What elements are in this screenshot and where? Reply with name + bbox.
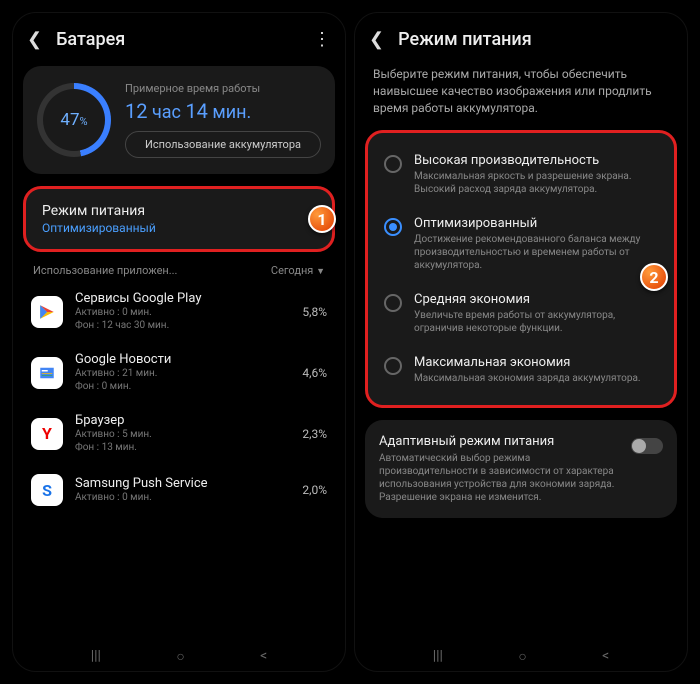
power-mode-title: Режим питания: [42, 203, 316, 219]
app-background: Фон : 13 мин.: [75, 441, 290, 454]
screen-description: Выберите режим питания, чтобы обеспечить…: [355, 60, 687, 126]
app-row[interactable]: S Samsung Push Service Активно : 0 мин. …: [13, 464, 345, 516]
power-mode-options: 2 Высокая производительность Максимальна…: [365, 130, 677, 408]
mode-title: Высокая производительность: [414, 153, 658, 168]
app-icon-samsung-push: S: [31, 474, 63, 506]
back-icon[interactable]: ❮: [369, 29, 384, 50]
app-name: Браузер: [75, 413, 290, 428]
android-navbar: ||| ○ <: [13, 640, 345, 671]
app-icon-play-services: [31, 296, 63, 328]
mode-description: Достижение рекомендованного баланса межд…: [414, 233, 658, 272]
adaptive-power-mode[interactable]: Адаптивный режим питания Автоматический …: [365, 420, 677, 518]
app-icon-google-news: [31, 357, 63, 389]
app-active: Активно : 0 мин.: [75, 306, 290, 319]
page-title: Батарея: [56, 29, 299, 50]
mode-title: Оптимизированный: [414, 216, 658, 231]
chevron-down-icon: ▼: [316, 267, 325, 277]
battery-usage-button[interactable]: Использование аккумулятора: [125, 131, 321, 158]
app-percent: 2,3%: [302, 427, 327, 441]
app-percent: 5,8%: [302, 305, 327, 319]
mode-title: Средняя экономия: [414, 292, 658, 307]
power-mode-item[interactable]: Режим питания Оптимизированный 1: [23, 186, 335, 252]
power-mode-value: Оптимизированный: [42, 221, 316, 235]
mode-max-saving[interactable]: Максимальная экономия Максимальная эконо…: [374, 345, 668, 395]
app-name: Samsung Push Service: [75, 476, 290, 491]
app-active: Активно : 0 мин.: [75, 491, 290, 504]
mode-optimized[interactable]: Оптимизированный Достижение рекомендован…: [374, 206, 668, 282]
adaptive-description: Автоматический выбор режима производител…: [379, 452, 621, 504]
app-row[interactable]: Y Браузер Активно : 5 мин. Фон : 13 мин.…: [13, 403, 345, 464]
power-mode-screen: ❮ Режим питания Выберите режим питания, …: [354, 12, 688, 672]
app-row[interactable]: Сервисы Google Play Активно : 0 мин. Фон…: [13, 281, 345, 342]
radio-icon[interactable]: [384, 294, 402, 312]
app-name: Google Новости: [75, 352, 290, 367]
nav-recents-icon[interactable]: |||: [91, 648, 101, 665]
android-navbar: ||| ○ <: [355, 640, 687, 671]
header: ❮ Режим питания: [355, 13, 687, 60]
date-filter[interactable]: Сегодня ▼: [271, 264, 325, 277]
nav-home-icon[interactable]: ○: [518, 648, 526, 665]
adaptive-title: Адаптивный режим питания: [379, 434, 621, 449]
app-active: Активно : 5 мин.: [75, 428, 290, 441]
more-icon[interactable]: ⋮: [313, 29, 331, 50]
callout-badge-1: 1: [308, 205, 336, 233]
app-percent: 4,6%: [302, 366, 327, 380]
battery-summary-card: 47% Примерное время работы 12 час 14 мин…: [23, 66, 335, 174]
app-active: Активно : 21 мин.: [75, 367, 290, 380]
mode-high-performance[interactable]: Высокая производительность Максимальная …: [374, 143, 668, 206]
nav-back-icon[interactable]: <: [602, 648, 609, 665]
app-row[interactable]: Google Новости Активно : 21 мин. Фон : 0…: [13, 342, 345, 403]
nav-home-icon[interactable]: ○: [176, 648, 184, 665]
nav-recents-icon[interactable]: |||: [433, 648, 443, 665]
app-background: Фон : 12 час 30 мин.: [75, 319, 290, 332]
mode-medium-saving[interactable]: Средняя экономия Увеличьте время работы …: [374, 282, 668, 345]
mode-description: Увеличьте время работы от аккумулятора, …: [414, 309, 658, 335]
app-icon-yandex-browser: Y: [31, 418, 63, 450]
radio-icon[interactable]: [384, 357, 402, 375]
nav-back-icon[interactable]: <: [260, 648, 267, 665]
back-icon[interactable]: ❮: [27, 29, 42, 50]
mode-title: Максимальная экономия: [414, 355, 658, 370]
estimate-label: Примерное время работы: [125, 82, 321, 95]
header: ❮ Батарея ⋮: [13, 13, 345, 60]
apps-usage-label: Использование приложен...: [33, 264, 177, 277]
mode-description: Максимальная яркость и разрешение экрана…: [414, 170, 658, 196]
app-percent: 2,0%: [302, 483, 327, 497]
adaptive-toggle[interactable]: [631, 438, 663, 454]
battery-screen: ❮ Батарея ⋮ 47% Примерное время работы 1…: [12, 12, 346, 672]
mode-description: Максимальная экономия заряда аккумулятор…: [414, 372, 658, 385]
battery-percent: 47%: [60, 110, 87, 130]
app-name: Сервисы Google Play: [75, 291, 290, 306]
estimate-time: 12 час 14 мин.: [125, 99, 321, 123]
radio-icon[interactable]: [384, 155, 402, 173]
radio-icon[interactable]: [384, 218, 402, 236]
app-background: Фон : 0 мин.: [75, 380, 290, 393]
apps-usage-header: Использование приложен... Сегодня ▼: [13, 258, 345, 281]
battery-ring: 47%: [37, 83, 111, 157]
page-title: Режим питания: [398, 29, 673, 50]
